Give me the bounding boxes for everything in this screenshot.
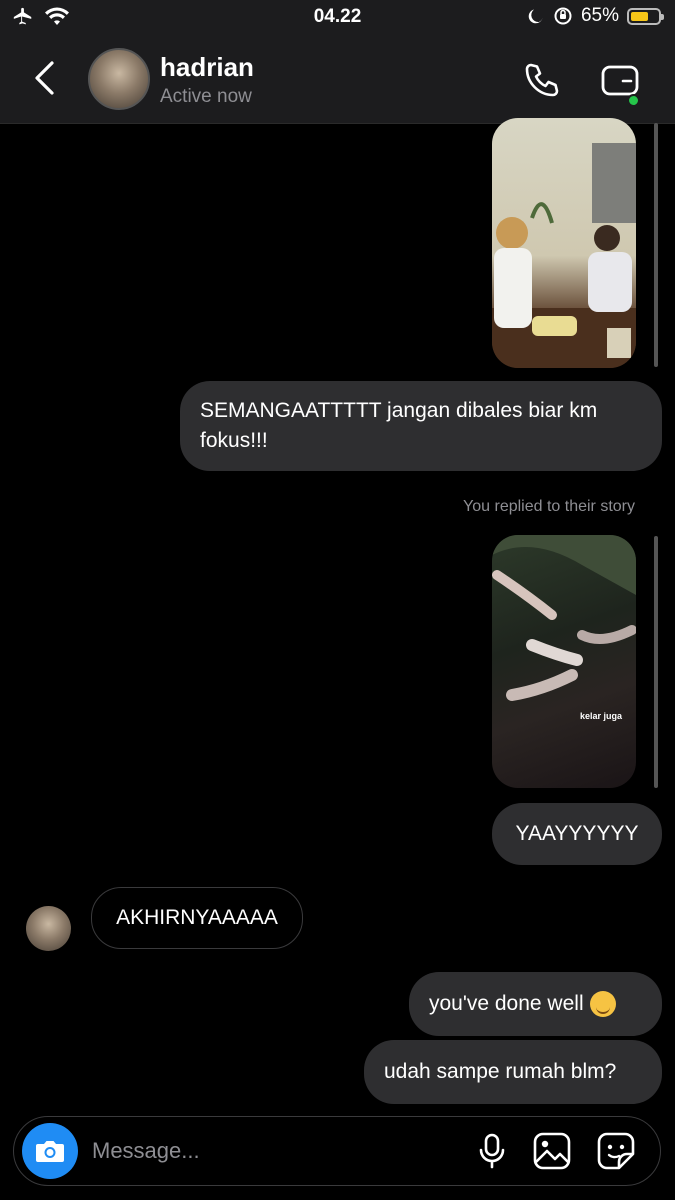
sent-message[interactable]: SEMANGAATTTTT jangan dibales biar km fok…	[180, 381, 662, 471]
chat-header: hadrian Active now	[0, 36, 675, 124]
story-thumbnail[interactable]: kelar juga	[492, 535, 636, 788]
contact-name[interactable]: hadrian	[160, 52, 254, 83]
back-arrow-icon[interactable]	[28, 58, 62, 98]
camera-icon	[36, 1141, 64, 1162]
status-bar: 04.22 65%	[0, 0, 675, 36]
online-status-dot	[627, 94, 640, 107]
sent-message[interactable]: udah sampe rumah blm?	[364, 1040, 662, 1104]
camera-button[interactable]	[22, 1123, 78, 1179]
status-right-icons: 65%	[527, 5, 664, 27]
story-caption: kelar juga	[580, 711, 623, 721]
sent-message[interactable]: YAAYYYYYY	[492, 803, 662, 865]
story-photo	[492, 535, 636, 701]
contact-avatar[interactable]	[88, 48, 150, 110]
sticker-icon[interactable]	[596, 1131, 636, 1171]
story-reply-bar	[654, 123, 658, 367]
story-reply-label: You replied to their story	[463, 498, 635, 515]
moon-icon	[528, 9, 543, 24]
phone-icon[interactable]	[522, 60, 562, 100]
contact-status: Active now	[160, 86, 252, 107]
rotation-lock-icon	[554, 7, 572, 25]
microphone-icon[interactable]	[472, 1131, 512, 1171]
story-reply-bar	[654, 536, 658, 788]
message-input[interactable]	[92, 1135, 452, 1167]
story-thumbnail[interactable]	[492, 118, 636, 368]
battery-percent: 65%	[580, 5, 619, 26]
smiling-hearts-emoji-icon	[589, 991, 616, 1017]
message-composer	[13, 1116, 661, 1186]
sender-avatar[interactable]	[26, 906, 71, 951]
received-message[interactable]: AKHIRNYAAAAA	[91, 887, 303, 949]
gallery-icon[interactable]	[532, 1131, 572, 1171]
sent-message[interactable]: you've done well	[409, 972, 662, 1036]
battery-icon	[627, 7, 664, 25]
video-call-icon[interactable]	[600, 60, 644, 100]
story-photo	[492, 143, 636, 368]
message-text: you've done well	[429, 992, 584, 1015]
